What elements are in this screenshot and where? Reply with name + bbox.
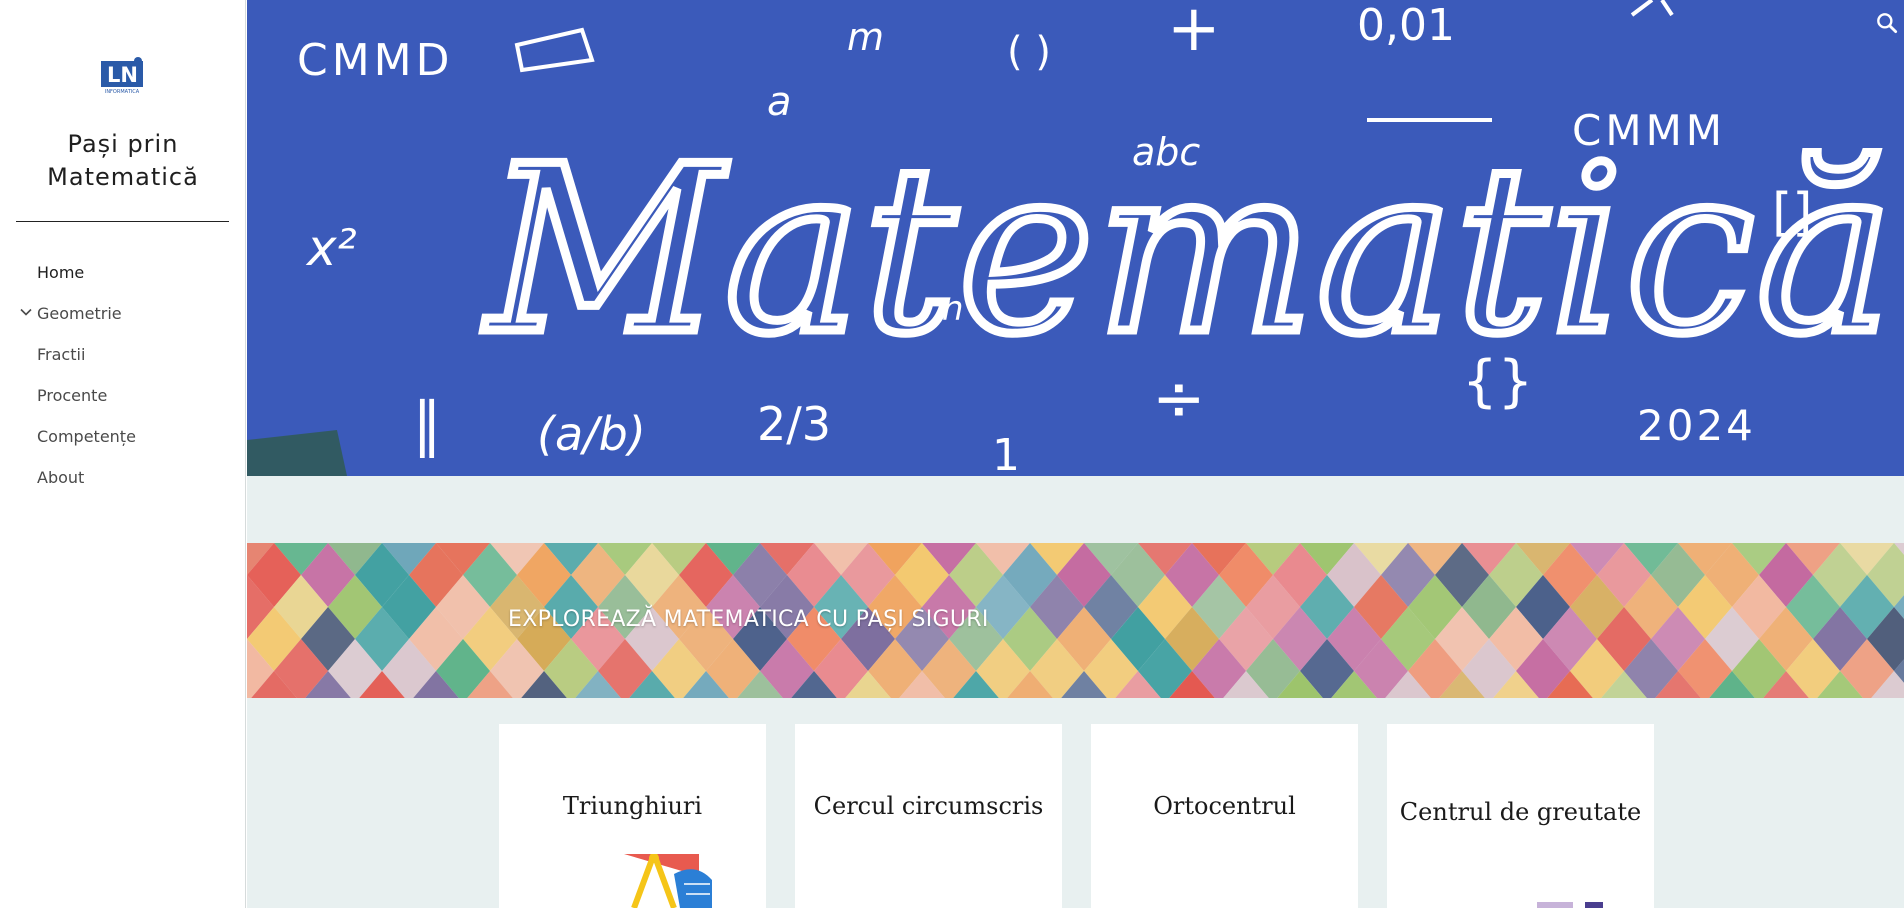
nav-item-label: Home <box>37 263 85 282</box>
nav-item-label: About <box>37 468 85 487</box>
card-title[interactable]: Cercul circumscris <box>795 792 1062 820</box>
scribble-m: m <box>847 15 884 59</box>
chevron-down-icon[interactable] <box>18 304 34 320</box>
sidebar: LN INFORMATICA Pași prin Matematică Home… <box>0 0 246 908</box>
card-centrul-de-greutate[interactable]: Centrul de greutate <box>1387 724 1654 908</box>
scribble-cmmd: CMMD <box>297 35 454 86</box>
sidebar-divider <box>16 221 229 222</box>
banner-pattern <box>247 543 1904 698</box>
nav-item-label: Geometrie <box>37 304 122 323</box>
scribble-power: (a/b) <box>537 407 646 461</box>
scribble-year: 2024 <box>1637 401 1756 450</box>
nav-item-label: Competențe <box>37 427 136 446</box>
search-icon[interactable] <box>1874 10 1900 36</box>
logo-graphic: LN INFORMATICA <box>101 57 143 95</box>
logo-text: LN <box>107 63 138 87</box>
card-ortocentrul[interactable]: Ortocentrul <box>1091 724 1358 908</box>
scribble-parens: ( ) <box>1007 29 1051 75</box>
nav-item-fractii[interactable]: Fractii <box>0 334 246 375</box>
nav-item-home[interactable]: Home <box>0 252 246 293</box>
card-image-top <box>1537 902 1603 908</box>
card-triunghiuri[interactable]: Triunghiuri <box>499 724 766 908</box>
logo-subtext: INFORMATICA <box>105 89 140 95</box>
hero-banner: CMMD CMMM 0,01 abc x² 2/3 {} [] 2024 ÷ +… <box>247 0 1904 476</box>
explore-banner: EXPLOREAZĂ MATEMATICA CU PAȘI SIGURI <box>247 543 1904 698</box>
scribble-parallel: ∥ <box>412 390 442 460</box>
card-title[interactable]: Ortocentrul <box>1091 792 1358 820</box>
scribble-x-squared: x² <box>305 219 357 277</box>
scribble-plus: + <box>1167 0 1221 66</box>
card-title[interactable]: Centrul de greutate <box>1387 798 1654 826</box>
scribble-decimal: 0,01 <box>1357 0 1455 51</box>
nav-item-procente[interactable]: Procente <box>0 375 246 416</box>
nav-item-competente[interactable]: Competențe <box>0 416 246 457</box>
hero-title-word: Matematică <box>483 118 1895 385</box>
banner-heading: EXPLOREAZĂ MATEMATICA CU PAȘI SIGURI <box>508 607 989 632</box>
scribble-one: 1 <box>992 430 1020 476</box>
nav-item-label: Fractii <box>37 345 86 364</box>
hero-image: CMMD CMMM 0,01 abc x² 2/3 {} [] 2024 ÷ +… <box>247 0 1904 476</box>
scribble-fraction: 2/3 <box>757 397 831 451</box>
card-cercul-circumscris[interactable]: Cercul circumscris <box>795 724 1062 908</box>
nav-item-about[interactable]: About <box>0 457 246 498</box>
nav-item-label: Procente <box>37 386 108 405</box>
site-logo[interactable]: LN INFORMATICA <box>101 57 143 95</box>
triangle-tools-icon <box>624 854 712 908</box>
card-title[interactable]: Triunghiuri <box>499 792 766 820</box>
nav-item-geometrie[interactable]: Geometrie <box>0 293 246 334</box>
site-title[interactable]: Pași prin Matematică <box>0 128 246 194</box>
sidebar-nav: Home Geometrie Fractii Procente Competen… <box>0 252 246 498</box>
search-button[interactable] <box>1874 10 1900 36</box>
